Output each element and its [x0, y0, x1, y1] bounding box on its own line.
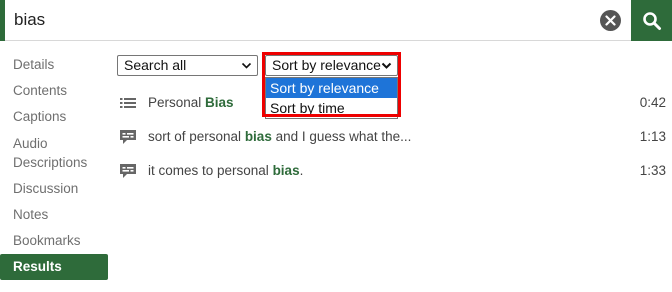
search-scope-select[interactable]: Search all	[117, 55, 258, 76]
result-time: 1:13	[639, 129, 666, 144]
close-icon	[605, 15, 616, 26]
result-time: 1:33	[639, 163, 666, 178]
result-text: sort of personal bias and I guess what t…	[148, 129, 412, 144]
search-input[interactable]	[14, 7, 574, 33]
result-row[interactable]: it comes to personal bias. 1:33	[118, 161, 666, 183]
result-match: Bias	[205, 95, 234, 110]
sidebar-item-details[interactable]: Details	[0, 52, 108, 78]
result-text: Personal Bias	[148, 95, 234, 110]
result-match: bias	[244, 129, 272, 144]
clear-search-button[interactable]	[600, 10, 621, 31]
list-icon	[120, 98, 136, 108]
result-match: bias	[272, 163, 300, 178]
sidebar-item-audio-descriptions[interactable]: Audio Descriptions	[0, 130, 108, 176]
caption-bubble-icon	[120, 164, 136, 178]
chevron-down-icon	[241, 62, 252, 69]
sidebar-item-discussion[interactable]: Discussion	[0, 176, 108, 202]
result-time: 0:42	[639, 95, 666, 110]
search-bar	[0, 0, 672, 41]
caption-bubble-icon	[120, 130, 136, 144]
result-text: it comes to personal bias.	[148, 163, 304, 178]
sidebar-item-captions[interactable]: Captions	[0, 104, 108, 130]
sidebar-item-bookmarks[interactable]: Bookmarks	[0, 228, 108, 254]
sidebar: Details Contents Captions Audio Descript…	[0, 52, 108, 280]
sidebar-item-contents[interactable]: Contents	[0, 78, 108, 104]
search-accent-bar	[0, 0, 5, 41]
search-icon	[642, 11, 661, 30]
sidebar-item-notes[interactable]: Notes	[0, 202, 108, 228]
sidebar-item-results[interactable]: Results	[0, 254, 108, 280]
result-row[interactable]: Personal Bias 0:42	[118, 93, 666, 115]
result-row[interactable]: sort of personal bias and I guess what t…	[118, 127, 666, 149]
search-button[interactable]	[631, 0, 672, 41]
search-scope-value: Search all	[124, 57, 187, 73]
